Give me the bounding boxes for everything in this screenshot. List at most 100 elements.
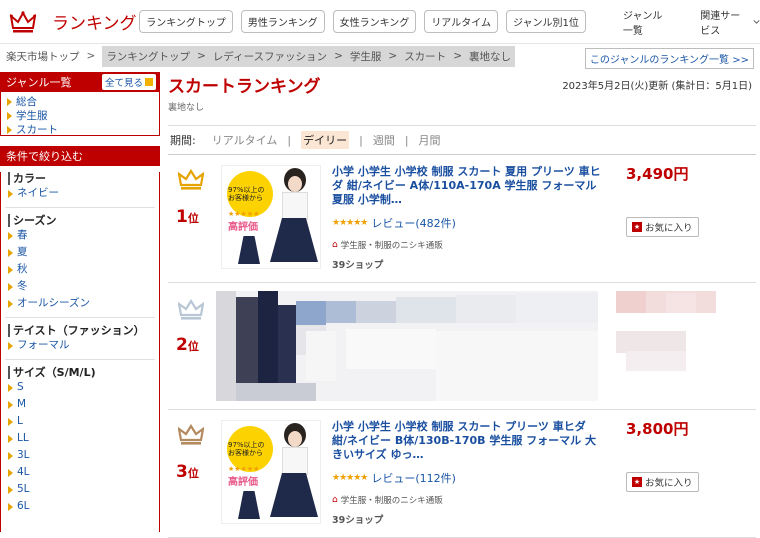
triangle-bullet-icon: [8, 248, 13, 257]
favorite-label: お気に入り: [645, 478, 693, 489]
rank-suffix: 位: [187, 212, 199, 225]
shop-39-badge: 39ショップ: [332, 257, 383, 271]
skirt-detail-image: [238, 236, 260, 264]
crumb-selection: ランキングトップ > レディースファッション > 学生服 > スカート > 裏地…: [102, 45, 515, 67]
nav-men-ranking[interactable]: 男性ランキング: [240, 10, 325, 33]
genre-panel-title: ジャンル一覧: [6, 76, 72, 89]
product-thumbnail[interactable]: 97%以上の お客様から ★★★★★ 高評価: [221, 420, 321, 524]
page-subtitle: 裏地なし: [168, 103, 205, 113]
review-link[interactable]: レビュー(482件): [371, 215, 456, 231]
blurred-product-image[interactable]: [216, 291, 598, 401]
tab-realtime[interactable]: リアルタイム: [212, 132, 278, 148]
crown-icon: [10, 10, 36, 32]
filter-group-season: シーズン 春 夏 秋 冬 オールシーズン: [1, 214, 159, 312]
tab-daily[interactable]: デイリー: [301, 131, 350, 149]
triangle-bullet-icon: [8, 189, 13, 198]
model-skirt: [270, 218, 318, 262]
shop-39-label: 39ショップ: [332, 515, 384, 526]
filter-panel: カラー ネイビー シーズン 春 夏 秋 冬 オールシーズン テイスト（ファッショ…: [0, 172, 160, 532]
product-thumbnail[interactable]: 97%以上の お客様から ★★★★★ 高評価: [221, 165, 321, 269]
triangle-bullet-icon: [8, 485, 13, 494]
filter-item-spring[interactable]: 春: [8, 227, 159, 244]
genre-list-link[interactable]: ジャンル一覧: [623, 7, 670, 37]
rank-value: 3: [176, 462, 188, 482]
model-skirt: [270, 473, 318, 517]
shop-link[interactable]: ⌂ 学生服・制服のニシキ通販: [332, 494, 443, 506]
triangle-bullet-icon: [8, 231, 13, 240]
triangle-bullet-icon: [7, 112, 12, 120]
badge-label: 高評価: [228, 477, 258, 488]
review-link[interactable]: レビュー(112件): [371, 470, 456, 486]
period-tabs: 期間: リアルタイム | デイリー | 週間 | 月間: [168, 125, 756, 155]
crumb-ladies[interactable]: レディースファッション: [213, 49, 327, 64]
badge-stars: ★★★★★: [228, 210, 260, 218]
star-rating-icon: ★★★★★: [332, 218, 368, 228]
filter-item-autumn[interactable]: 秋: [8, 261, 159, 278]
filter-group-title: カラー: [8, 172, 159, 185]
crumb-separator: >: [453, 50, 462, 62]
filter-label: S: [17, 381, 24, 393]
crumb-skirt[interactable]: スカート: [404, 49, 446, 64]
filter-item-size-m[interactable]: M: [8, 396, 159, 413]
product-title[interactable]: 小学 小学生 小学校 制服 スカート 夏用 プリーツ 車ヒダ 紺/ネイビー A体…: [332, 165, 602, 207]
shop-name: 学生服・制服のニシキ通販: [340, 496, 443, 506]
triangle-bullet-icon: [8, 282, 13, 291]
model-shirt: [282, 447, 308, 475]
crumb-separator: >: [334, 50, 343, 62]
filter-item-summer[interactable]: 夏: [8, 244, 159, 261]
nav-women-ranking[interactable]: 女性ランキング: [332, 10, 417, 33]
favorite-button[interactable]: ★ お気に入り: [626, 472, 699, 492]
filter-item-all-season[interactable]: オールシーズン: [8, 295, 159, 312]
genre-item-all[interactable]: 総合: [7, 95, 159, 109]
triangle-bullet-icon: [8, 400, 13, 409]
genre-item-skirt[interactable]: スカート: [7, 123, 159, 137]
favorite-button[interactable]: ★ お気に入り: [626, 217, 699, 237]
tab-monthly[interactable]: 月間: [419, 132, 441, 148]
related-services-menu[interactable]: 関連サービス: [700, 7, 760, 37]
filter-item-size-s[interactable]: S: [8, 379, 159, 396]
crumb-ranking-top[interactable]: ランキングトップ: [106, 49, 190, 64]
filter-item-navy[interactable]: ネイビー: [8, 185, 159, 202]
star-rating-icon: ★★★★★: [332, 473, 368, 483]
filter-item-winter[interactable]: 冬: [8, 278, 159, 295]
filter-item-size-l[interactable]: L: [8, 413, 159, 430]
filter-item-size-6l[interactable]: 6L: [8, 498, 159, 515]
nav-realtime[interactable]: リアルタイム: [424, 10, 499, 33]
ranking-logo[interactable]: ランキング: [0, 9, 139, 34]
see-all-button[interactable]: 全て見る: [101, 74, 156, 90]
nav-genre-top[interactable]: ジャンル別1位: [506, 10, 586, 33]
triangle-bullet-icon: [7, 126, 12, 134]
nav-ranking-top[interactable]: ランキングトップ: [139, 10, 233, 33]
genre-item-uniform[interactable]: 学生服: [7, 109, 159, 123]
genre-label: 学生服: [16, 110, 48, 122]
badge-text: 97%以上の お客様から: [228, 186, 265, 202]
crumb-rakuten-top[interactable]: 楽天市場トップ: [0, 49, 80, 64]
review-summary: ★★★★★ レビュー(112件): [332, 470, 456, 486]
triangle-bullet-icon: [8, 299, 13, 308]
triangle-bullet-icon: [8, 341, 13, 350]
badge-label: 高評価: [228, 222, 258, 233]
crumb-uniform[interactable]: 学生服: [350, 49, 382, 64]
shop-name: 学生服・制服のニシキ通販: [340, 241, 443, 251]
filter-label: 4L: [17, 466, 30, 478]
bronze-crown-icon: [178, 424, 204, 445]
ranking-item: 2位: [168, 283, 756, 410]
product-title[interactable]: 小学 小学生 小学校 制服 スカート プリーツ 車ヒダ 紺/ネイビー B体/13…: [332, 420, 602, 462]
filter-group-color: カラー ネイビー: [1, 172, 159, 202]
filter-item-formal[interactable]: フォーマル: [8, 337, 159, 354]
filter-item-size-3l[interactable]: 3L: [8, 447, 159, 464]
favorite-label: お気に入り: [645, 223, 693, 234]
rank-suffix: 位: [187, 340, 199, 353]
filter-item-size-5l[interactable]: 5L: [8, 481, 159, 498]
shop-39-badge: 39ショップ: [332, 512, 383, 526]
filter-item-size-4l[interactable]: 4L: [8, 464, 159, 481]
genre-ranking-list-link[interactable]: このジャンルのランキング一覧 >>: [584, 48, 754, 69]
filter-item-size-ll[interactable]: LL: [8, 430, 159, 447]
period-label: 期間:: [170, 134, 196, 147]
brand-title: ランキング: [52, 14, 137, 34]
crumb-separator: >: [388, 50, 398, 62]
shop-link[interactable]: ⌂ 学生服・制服のニシキ通販: [332, 239, 443, 251]
filter-label: L: [17, 415, 23, 427]
tab-weekly[interactable]: 週間: [373, 132, 395, 148]
filter-label: オールシーズン: [17, 297, 90, 309]
